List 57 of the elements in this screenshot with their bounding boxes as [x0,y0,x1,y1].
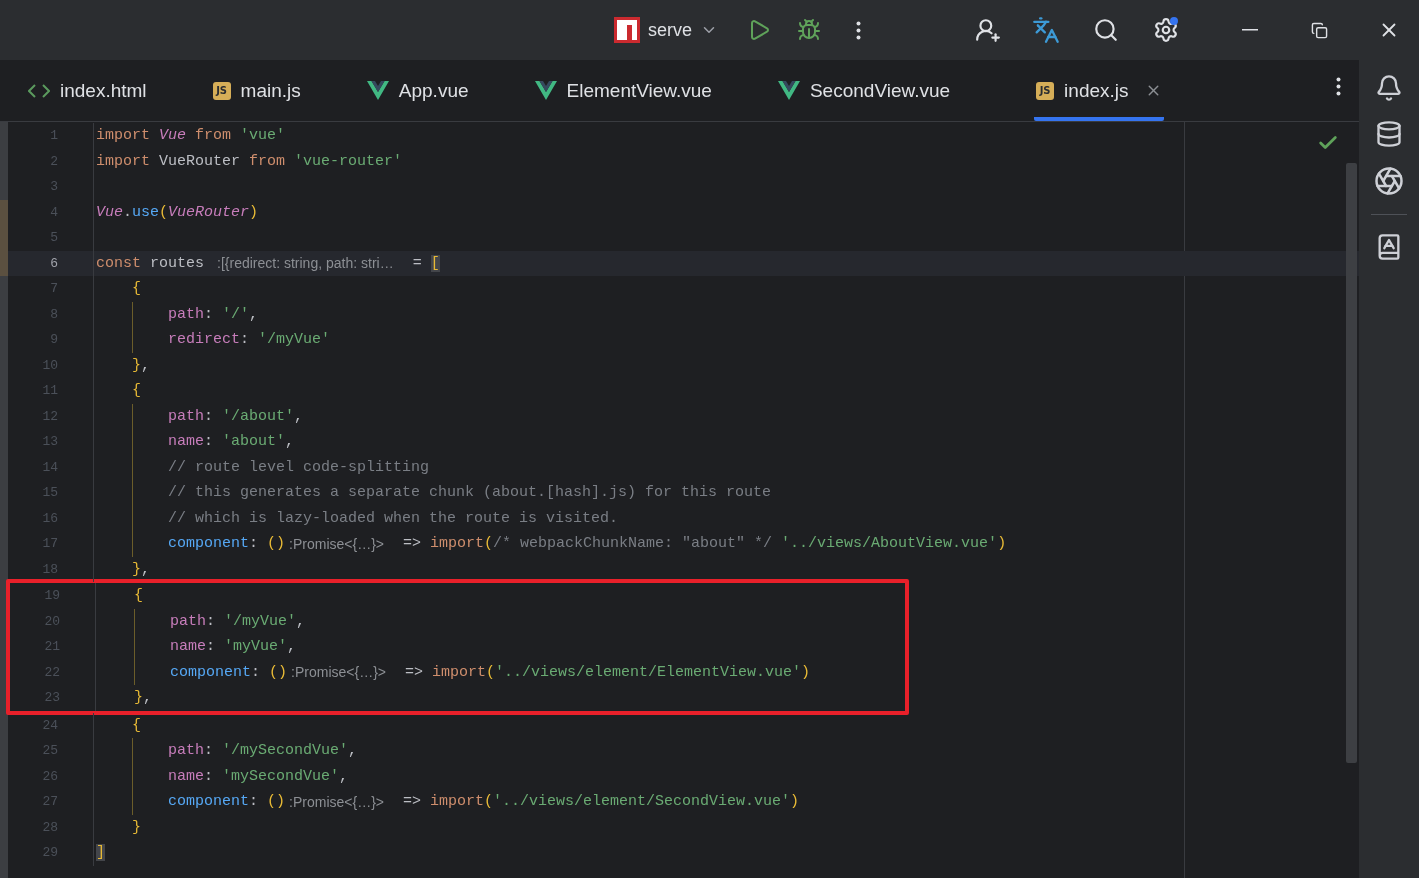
notifications-icon[interactable] [1375,74,1403,102]
code-line: // route level code-splitting [94,454,430,480]
notification-dot [1170,17,1179,25]
code-line: const routes :[{redirect: string, path: stri… = [ [95,253,440,274]
vue-icon [777,81,800,100]
editor-tab[interactable]: ElementView.vue [532,60,714,121]
code-line: { [131,715,141,736]
code-line: component: () :Promise<{…}> => import(/* webpackChunkName: "about" */ '../views/AboutView.vue') [94,531,1007,557]
bug-icon [796,18,821,42]
search-icon [1092,17,1119,43]
more-icon [855,20,861,40]
code-line: path: '/myVue', [96,608,306,634]
code-line: }, [131,559,151,580]
minimize-icon [1242,29,1259,31]
js-icon: JS [212,81,231,100]
vue-icon [534,81,557,100]
code-line: name: 'myVue', [96,634,297,660]
restore-icon [1311,21,1329,39]
editor-tab[interactable]: SecondView.vue [775,60,953,121]
translate-icon [1032,16,1061,44]
code-line: Vue.use(VueRouter) [95,202,259,223]
code-line: path: '/', [94,301,259,327]
aperture-icon[interactable] [1374,166,1404,196]
tab-menu-button[interactable] [1336,77,1341,96]
add-user-icon [975,17,1002,43]
editor-tab[interactable]: JS main.js [210,60,303,121]
scrollbar[interactable] [1346,163,1357,763]
code-line: }, [133,688,153,709]
code-line: component: () :Promise<{…}> => import('../views/element/ElementView.vue') [96,659,811,685]
run-config-icon [614,17,640,43]
code-line: { [133,586,143,607]
run-config-dropdown[interactable]: serve [610,13,722,47]
translate-button[interactable] [1031,15,1061,45]
code-line: // this generates a separate chunk (about.[hash].js) for this route [94,480,772,506]
code-brackets-icon [28,82,50,99]
code-line: import Vue from 'vue' [95,126,286,147]
code-line: } [131,817,141,838]
code-line: name: 'about', [94,429,295,455]
more-icon [1336,77,1341,96]
code-line: path: '/mySecondVue', [94,738,358,764]
js-icon: JS [1036,81,1055,100]
code-line: // which is lazy-loaded when the route is visited. [94,505,619,531]
code-line: }, [131,355,151,376]
editor-tab[interactable]: App.vue [364,60,471,121]
vue-icon [366,81,389,100]
code-line: { [131,279,141,300]
code-line: name: 'mySecondVue', [94,763,349,789]
editor-tab[interactable]: index.html [26,60,149,121]
code-line: import VueRouter from 'vue-router' [95,151,403,172]
settings-icon [1152,17,1179,43]
code-line: { [131,381,141,402]
editor-tab[interactable]: JS index.js [1034,60,1164,121]
database-icon[interactable] [1375,120,1403,148]
code-line: redirect: '/myVue' [94,327,331,353]
code-line: path: '/about', [94,403,304,429]
code-line: component: () :Promise<{…}> => import('../views/element/SecondView.vue') [94,789,800,815]
line-number: 6 [8,250,94,276]
